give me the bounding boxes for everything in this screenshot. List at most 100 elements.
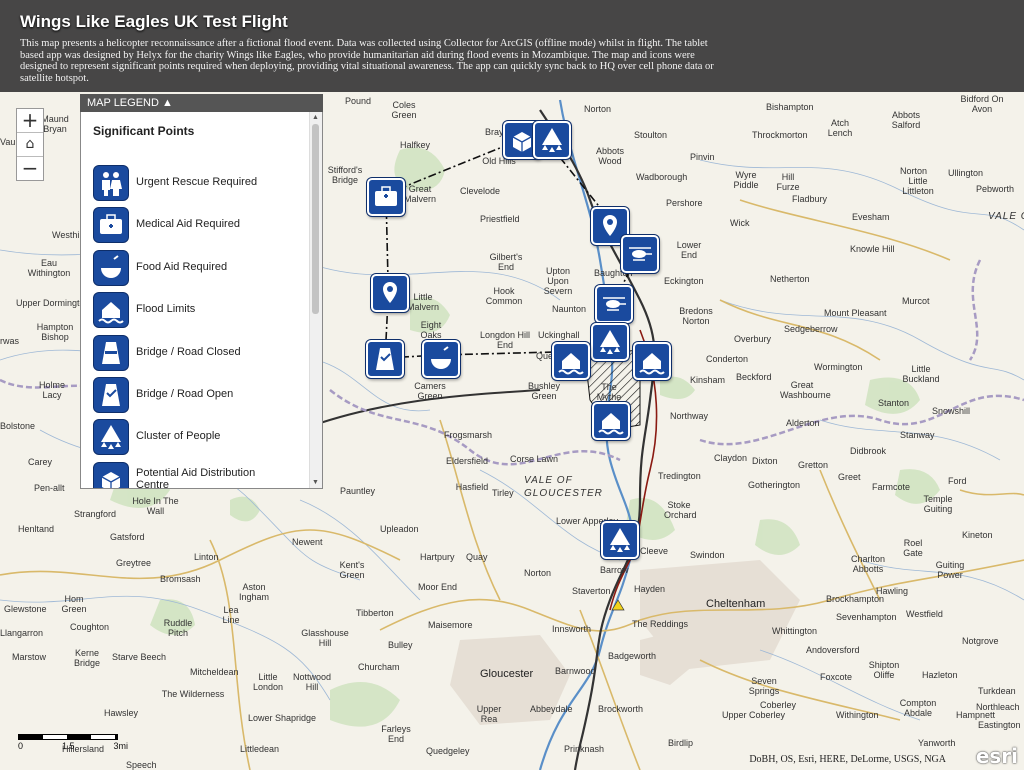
legend-item: Bridge / Road Closed <box>94 335 276 378</box>
place-label: Pershore <box>666 198 703 208</box>
place-label: Littledean <box>240 744 280 754</box>
place-label-city: Cheltenham <box>706 598 766 610</box>
place-label: Barrow <box>600 565 629 575</box>
medical-aid-marker[interactable] <box>367 178 405 216</box>
flood-limit-marker[interactable] <box>633 342 671 380</box>
place-label: Marstow <box>12 652 47 662</box>
map-attribution[interactable]: DoBH, OS, Esri, HERE, DeLorme, USGS, NGA <box>749 754 946 765</box>
scrollbar-thumb[interactable] <box>312 124 319 314</box>
place-label: Withington <box>836 710 879 720</box>
place-label: Wick <box>730 218 750 228</box>
place-label: Wadborough <box>636 172 688 182</box>
place-label: Bishampton <box>766 102 814 112</box>
place-label: Atch Lench <box>827 118 853 138</box>
place-label: Hampnett <box>956 710 996 720</box>
flood-limit-marker[interactable] <box>552 342 590 380</box>
scale-bar-graphic <box>18 734 118 740</box>
place-label: Strangford <box>74 509 117 519</box>
place-label: Stoulton <box>634 130 668 140</box>
zoom-in-button[interactable]: + <box>17 109 43 133</box>
place-label: Norton <box>900 166 928 176</box>
legend-toggle[interactable]: MAP LEGEND ▲ <box>80 94 323 112</box>
place-label: Cleeve <box>640 546 669 556</box>
place-label: Gatsford <box>110 532 145 542</box>
place-label: Tibberton <box>356 608 394 618</box>
place-label: Stoke Orchard <box>664 500 697 520</box>
scale-label-left: 0 <box>18 741 24 751</box>
place-label: Whittington <box>772 626 818 636</box>
place-label: Stanway <box>900 430 935 440</box>
legend-item-label: Cluster of People <box>136 430 221 443</box>
region-label: VALE OF GLOUCESTER <box>524 475 603 499</box>
legend-scrollbar[interactable]: ▲ ▼ <box>309 112 322 488</box>
place-label: Little Littleton <box>902 176 934 196</box>
place-label: Halfkey <box>400 140 431 150</box>
scroll-up-icon[interactable]: ▲ <box>312 114 319 121</box>
esri-logo[interactable]: esri <box>976 744 1018 768</box>
tent-cluster-icon <box>94 420 128 455</box>
zoom-controls: + ⌂ − <box>16 108 44 181</box>
map-legend: MAP LEGEND ▲ Significant Points Urgent R… <box>80 94 323 489</box>
place-label: Camers Green <box>414 381 446 401</box>
aid-box-icon <box>94 462 128 488</box>
place-label: Stanton <box>878 398 910 408</box>
place-label: Moor End <box>418 582 458 592</box>
place-label: Eldersfield <box>446 456 489 466</box>
place-label: Pen-allt <box>34 483 65 493</box>
legend-item-label: Bridge / Road Open <box>136 387 234 400</box>
place-label: Upton Upon Severn <box>543 266 573 296</box>
legend-item: Flood Limits <box>94 293 276 335</box>
tent-cluster-marker[interactable] <box>591 323 629 361</box>
place-label: Kent's Green <box>339 560 365 580</box>
place-label: Sedgeberrow <box>784 324 838 334</box>
helicopter-marker[interactable] <box>621 235 659 273</box>
place-label: Overbury <box>734 334 772 344</box>
legend-panel[interactable]: Significant Points Urgent Rescue Require… <box>80 112 323 489</box>
place-label: Wormington <box>814 362 863 372</box>
legend-item-label: Potential Aid Distribution Centre <box>136 466 256 489</box>
place-label: Kinsham <box>690 375 726 385</box>
place-label: Glewstone <box>4 604 47 614</box>
road-open-marker[interactable] <box>366 340 404 378</box>
place-label: Stifford's Bridge <box>327 165 363 185</box>
place-label: Knowle Hill <box>850 244 895 254</box>
place-label: Kerne Bridge <box>73 648 100 668</box>
tent-cluster-icon <box>600 330 620 354</box>
place-label: Brockworth <box>598 704 644 714</box>
legend-item-label: Medical Aid Required <box>136 218 240 231</box>
location-pin-marker[interactable] <box>371 274 409 312</box>
place-label: rwas <box>0 336 20 346</box>
place-label: Mount Pleasant <box>824 308 887 318</box>
road-closed-icon <box>94 335 128 370</box>
tent-cluster-marker[interactable] <box>601 521 639 559</box>
place-label: Birdlip <box>668 738 694 748</box>
place-label: Hill Furze <box>776 172 800 192</box>
place-label: Murcot <box>902 296 930 306</box>
place-label: Hartpury <box>420 552 455 562</box>
place-label: Greet <box>838 472 861 482</box>
place-label: Brockhampton <box>826 594 885 604</box>
tent-cluster-marker[interactable] <box>533 121 571 159</box>
medical-kit-icon <box>94 208 128 243</box>
road-open-icon <box>376 348 394 370</box>
tent-cluster-icon <box>610 528 630 552</box>
road-open-icon <box>94 377 128 412</box>
legend-item-label: Bridge / Road Closed <box>136 345 241 358</box>
place-label: Innsworth <box>552 624 592 634</box>
place-label: Eight Oaks <box>420 320 442 340</box>
helicopter-marker[interactable] <box>595 285 633 323</box>
place-label: Sevenhampton <box>836 612 897 622</box>
home-button[interactable]: ⌂ <box>17 133 43 157</box>
flood-limit-marker[interactable] <box>592 402 630 440</box>
place-label: Tirley <box>492 488 514 498</box>
place-label: Farleys End <box>381 724 411 744</box>
place-label: The Wilderness <box>161 689 225 699</box>
helicopter-icon <box>603 297 626 311</box>
place-label: Newent <box>292 537 323 547</box>
scroll-down-icon[interactable]: ▼ <box>312 479 319 486</box>
place-label: Norton <box>584 104 612 114</box>
food-aid-marker[interactable] <box>422 340 460 378</box>
place-label: Charlton Abbotts <box>850 554 886 574</box>
zoom-out-button[interactable]: − <box>17 157 43 180</box>
place-label: Bushley Green <box>527 381 561 401</box>
